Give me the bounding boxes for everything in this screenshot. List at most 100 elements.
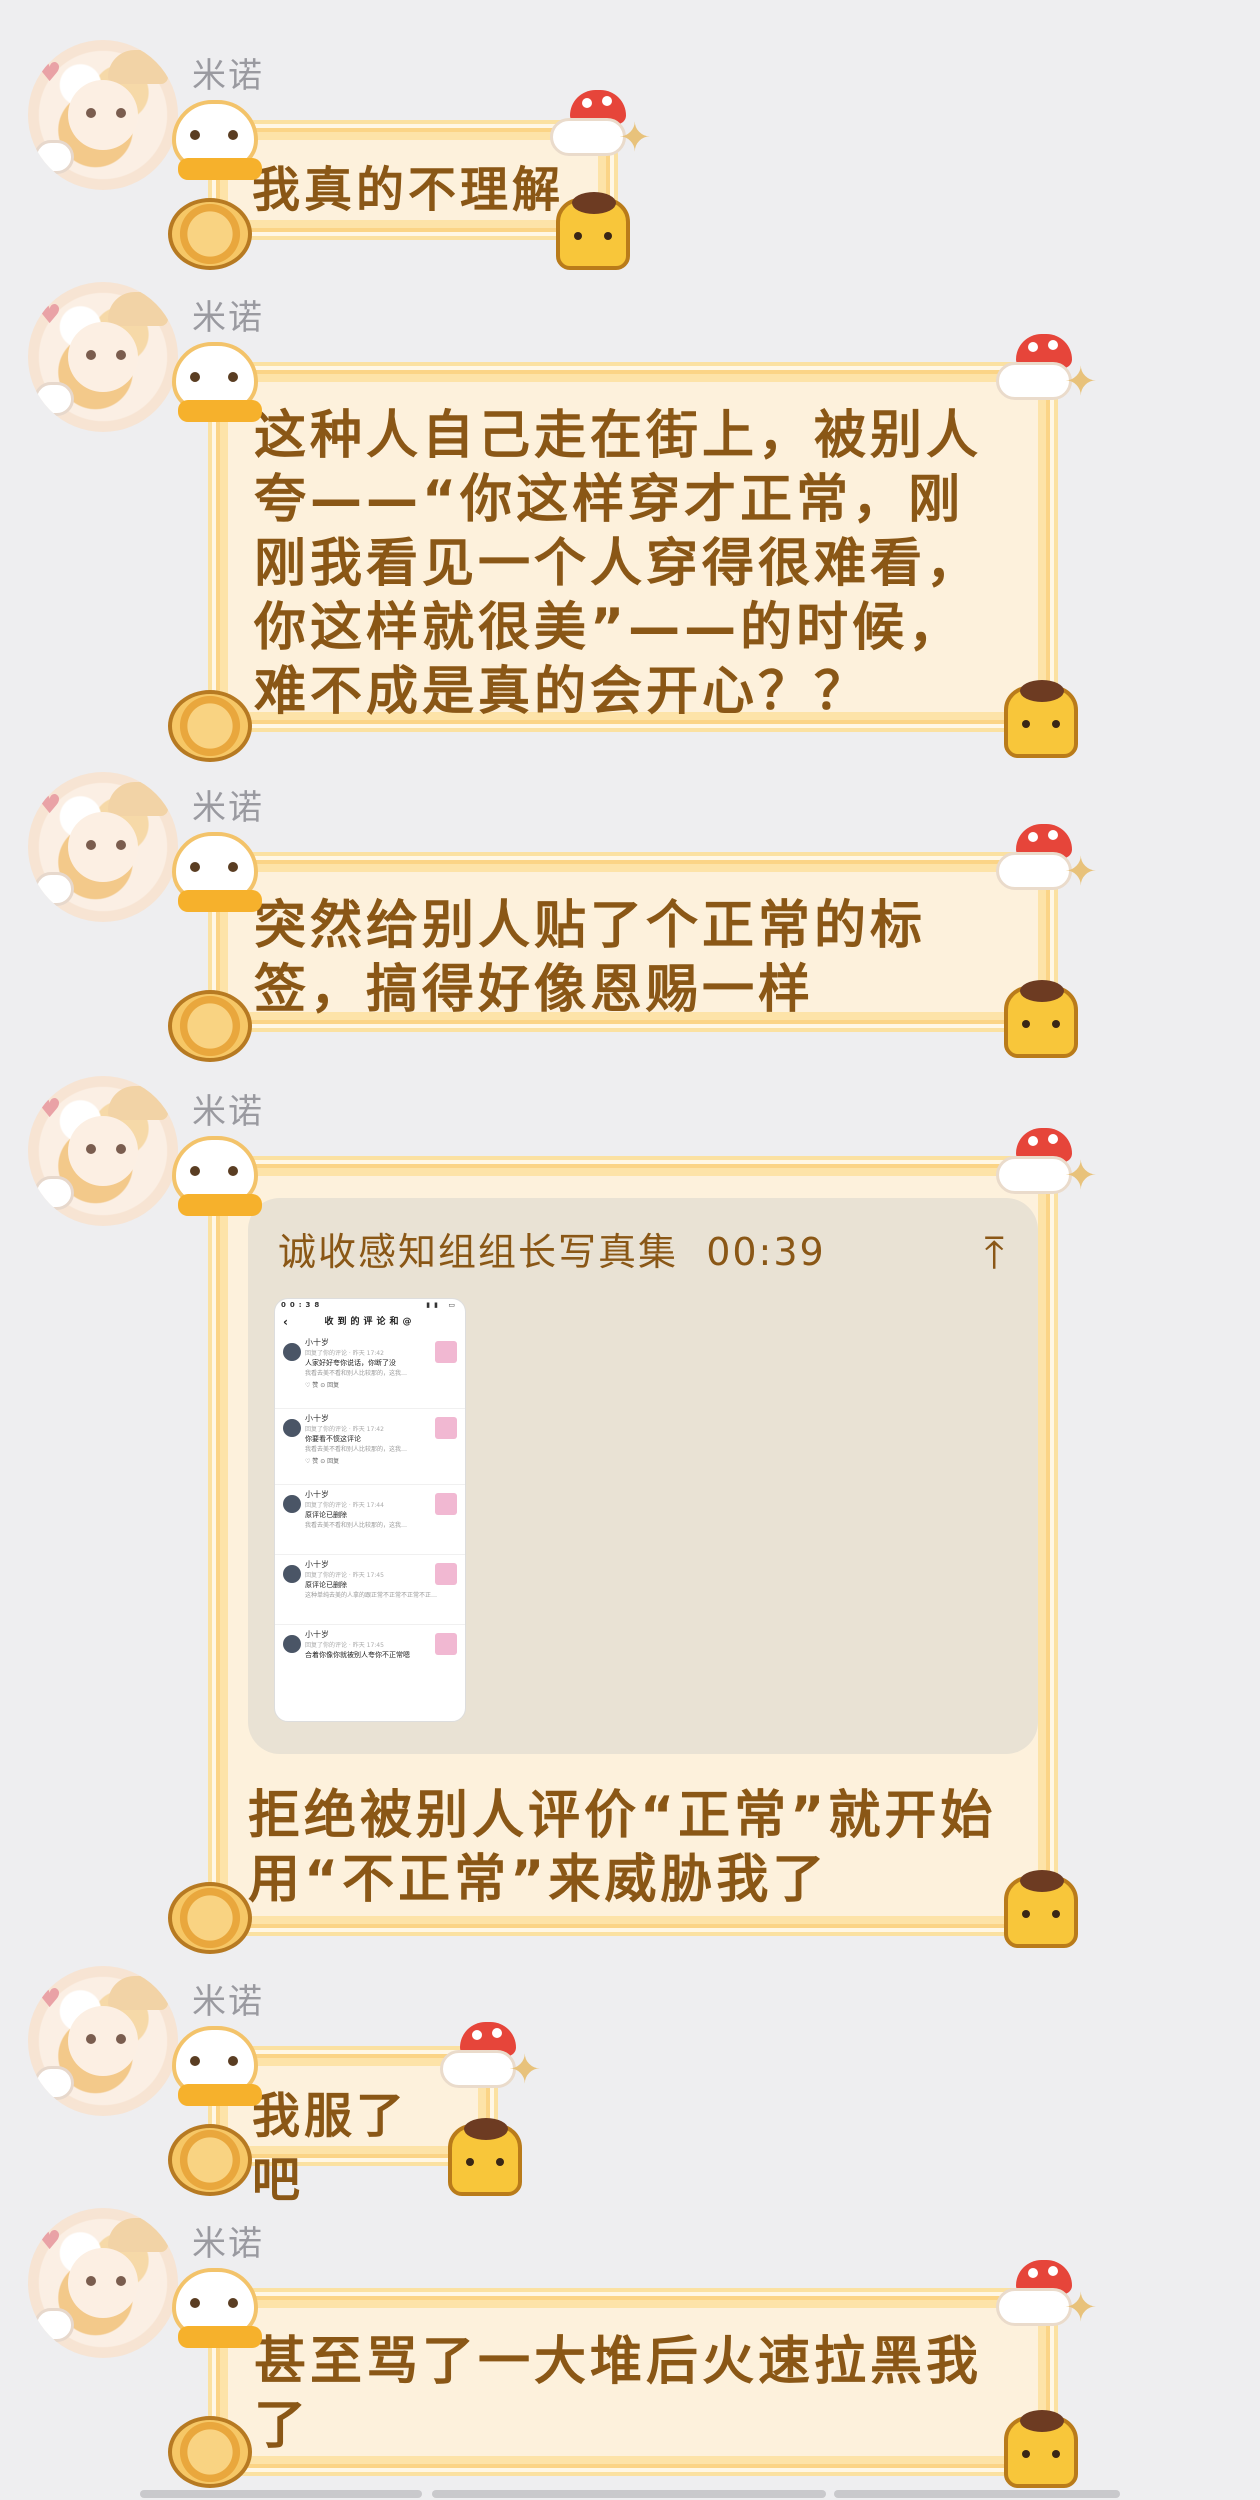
mushroom-sticker-icon: ✦ <box>996 824 1098 892</box>
cat-sticker-icon <box>172 2268 262 2348</box>
sender-name: 米诺 <box>192 298 264 338</box>
avatar[interactable]: ♥ <box>28 2208 178 2358</box>
bun-icon <box>34 140 74 174</box>
hat-decor <box>108 292 168 326</box>
avatar[interactable]: ♥ <box>28 282 178 432</box>
message-bubble[interactable]: 诚收感知组组长写真集 00:39 ⤒ 00:38 ▮▮ ▭ ‹ 收到的评论和@ … <box>216 1164 1050 1928</box>
avatar-eye <box>116 350 126 360</box>
avatar-eye <box>116 1144 126 1154</box>
list-item: 小十岁 回复了你的评论 · 昨天 17:45 合着你像你就被别人夸你不正常嗯 <box>275 1625 465 1685</box>
heart-icon: ♥ <box>38 300 62 330</box>
row-quote: 我看去美不看和别人比较那的，这我… <box>305 1446 408 1453</box>
message-text: 突然给别人贴了个正常的标签，搞得好像恩赐一样 <box>254 896 927 1020</box>
avatar-eye <box>86 2034 96 2044</box>
row-quote: 我看去美不看和别人比较那的，这我… <box>305 1370 408 1377</box>
row-actions: ♡ 赞 ⊙ 回复 <box>305 1382 340 1389</box>
message-text: 我服了吧 <box>252 2088 409 2208</box>
avatar-face <box>68 812 138 882</box>
avatar <box>283 1495 301 1513</box>
sender-name: 米诺 <box>192 788 264 828</box>
avatar-eye <box>116 2034 126 2044</box>
pudding-sticker-icon <box>556 192 630 270</box>
heart-icon: ♥ <box>38 2226 62 2256</box>
cat-sticker-icon <box>172 342 262 422</box>
avatar[interactable]: ♥ <box>28 1076 178 1226</box>
cat-sticker-icon <box>172 2026 262 2106</box>
scroll-indicator[interactable] <box>140 2490 422 2498</box>
arrow-up-icon[interactable]: ⤒ <box>985 1232 1008 1276</box>
row-quote: 这种单纯去美的人拿的跟正常不正常不正常不正… <box>305 1592 438 1599</box>
thumb-status-bar: 00:38 ▮▮ ▭ <box>275 1299 465 1311</box>
avatar-eye <box>86 2276 96 2286</box>
heart-icon: ♥ <box>38 58 62 88</box>
mushroom-sticker-icon: ✦ <box>550 90 652 158</box>
heart-icon: ♥ <box>38 1094 62 1124</box>
avatar-eye <box>116 2276 126 2286</box>
avatar-face <box>68 322 138 392</box>
avatar[interactable]: ♥ <box>28 40 178 190</box>
scroll-indicator[interactable] <box>432 2490 826 2498</box>
file-name: 诚收感知组组长写真集 <box>278 1230 679 1274</box>
bun-icon <box>34 382 74 416</box>
message-bubble[interactable]: 这种人自己走在街上，被别人夸——“你这样穿才正常，刚刚我看见一个人穿得很难看，你… <box>216 370 1050 724</box>
pudding-sticker-icon <box>1004 980 1078 1058</box>
message-bubble[interactable]: 突然给别人贴了个正常的标签，搞得好像恩赐一样 <box>216 860 1050 1024</box>
bun-icon <box>34 872 74 906</box>
row-actions: ♡ 赞 ⊙ 回复 <box>305 1458 340 1465</box>
mushroom-sticker-icon: ✦ <box>996 1128 1098 1196</box>
list-item: 小十岁 回复了你的评论 · 昨天 17:42 人家好好夸你说话，你断了没 我看去… <box>275 1333 465 1409</box>
avatar-eye <box>86 1144 96 1154</box>
avatar[interactable]: ♥ <box>28 772 178 922</box>
avatar <box>283 1343 301 1361</box>
bread-sticker-icon <box>168 690 252 762</box>
screenshot-thumbnail[interactable]: 00:38 ▮▮ ▭ ‹ 收到的评论和@ 小十岁 回复了你的评论 · 昨天 17… <box>274 1298 466 1722</box>
mushroom-sticker-icon: ✦ <box>440 2022 542 2090</box>
cat-sticker-icon <box>172 1136 262 1216</box>
back-icon: ‹ <box>283 1315 292 1329</box>
bread-sticker-icon <box>168 1882 252 1954</box>
message-text: 拒绝被别人评价“正常”就开始用“不正常”来威胁我了 <box>248 1786 997 1910</box>
sender-name: 米诺 <box>192 2224 264 2264</box>
row-quote: 我看去美不看和别人比较那的，这我… <box>305 1522 408 1529</box>
avatar <box>283 1419 301 1437</box>
cat-sticker-icon <box>172 100 262 180</box>
avatar <box>283 1565 301 1583</box>
pudding-sticker-icon <box>1004 2410 1078 2488</box>
scroll-indicator[interactable] <box>834 2490 1120 2498</box>
thumb-header: ‹ 收到的评论和@ <box>275 1311 465 1333</box>
file-duration: 00:39 <box>706 1230 826 1274</box>
thumb-time: 00:38 <box>281 1301 324 1309</box>
hat-decor <box>108 782 168 816</box>
list-item: 小十岁 回复了你的评论 · 昨天 17:44 原评论已删除 我看去美不看和别人比… <box>275 1485 465 1555</box>
bread-sticker-icon <box>168 2124 252 2196</box>
message-text: 我真的不理解 <box>252 162 565 218</box>
avatar-eye <box>86 350 96 360</box>
message-bubble[interactable]: 甚至骂了一大堆后火速拉黑我了 <box>216 2296 1050 2468</box>
heart-icon: ♥ <box>38 790 62 820</box>
thumbnail-image <box>435 1493 457 1515</box>
pudding-sticker-icon <box>448 2118 522 2196</box>
cat-sticker-icon <box>172 832 262 912</box>
message-text: 这种人自己走在街上，被别人夸——“你这样穿才正常，刚刚我看见一个人穿得很难看，你… <box>254 406 983 722</box>
list-item: 小十岁 回复了你的评论 · 昨天 17:42 你要看不惯这评论 我看去美不看和别… <box>275 1409 465 1485</box>
thumb-status-icons: ▮▮ ▭ <box>426 1301 459 1309</box>
thumbnail-image <box>435 1563 457 1585</box>
avatar-eye <box>116 108 126 118</box>
bun-icon <box>34 1176 74 1210</box>
message-text: 甚至骂了一大堆后火速拉黑我了 <box>254 2332 983 2456</box>
sender-name: 米诺 <box>192 1092 264 1132</box>
mushroom-sticker-icon: ✦ <box>996 334 1098 402</box>
thumb-header-title: 收到的评论和@ <box>324 1317 416 1327</box>
avatar-eye <box>86 840 96 850</box>
file-card[interactable]: 诚收感知组组长写真集 00:39 ⤒ 00:38 ▮▮ ▭ ‹ 收到的评论和@ … <box>248 1198 1038 1754</box>
avatar <box>283 1635 301 1653</box>
avatar-eye <box>86 108 96 118</box>
hat-decor <box>108 2218 168 2252</box>
hat-decor <box>108 50 168 84</box>
avatar[interactable]: ♥ <box>28 1966 178 2116</box>
avatar-face <box>68 80 138 150</box>
sender-name: 米诺 <box>192 56 264 96</box>
bun-icon <box>34 2066 74 2100</box>
bread-sticker-icon <box>168 990 252 1062</box>
avatar-face <box>68 2006 138 2076</box>
